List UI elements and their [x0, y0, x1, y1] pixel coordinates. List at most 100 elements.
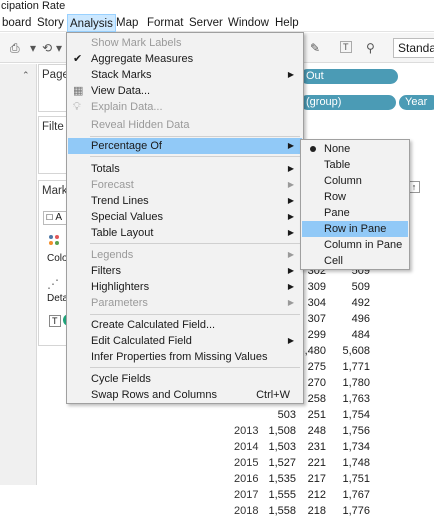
value-cell: 496 — [351, 313, 370, 325]
submenu-arrow-icon: ▶ — [287, 250, 294, 259]
lightbulb-icon: 💡︎ — [73, 101, 81, 113]
chevron-down-icon[interactable]: ▾ — [56, 41, 62, 55]
menu-item-explain-data[interactable]: 💡︎ Explain Data... — [68, 99, 302, 115]
value-cell: 1,555 — [268, 489, 296, 501]
menu-server[interactable]: Server — [187, 14, 225, 32]
menu-item-special-values[interactable]: Special Values ▶ — [68, 209, 302, 225]
menu-item-parameters[interactable]: Parameters ▶ — [68, 295, 302, 311]
menu-item-totals[interactable]: Totals ▶ — [68, 161, 302, 177]
color-icon[interactable] — [49, 235, 63, 247]
marks-label: Mark — [42, 185, 68, 197]
submenu-arrow-icon: ▶ — [287, 336, 294, 345]
submenu-item-pane[interactable]: Pane — [302, 205, 408, 221]
menu-item-trend-lines[interactable]: Trend Lines ▶ — [68, 193, 302, 209]
table-icon: ▦ — [73, 85, 84, 97]
menu-dashboard[interactable]: board — [0, 14, 33, 32]
rows-pill-year[interactable]: Year — [399, 95, 434, 110]
submenu-arrow-icon: ▶ — [287, 70, 294, 79]
year-cell: 2016 — [234, 473, 259, 485]
menu-item-show-mark-labels[interactable]: Show Mark Labels — [68, 35, 302, 51]
menu-item-view-data[interactable]: ▦ View Data... — [68, 83, 302, 99]
value-cell: 1,527 — [268, 457, 296, 469]
undo-icon[interactable]: ⟲ — [42, 41, 52, 55]
value-cell: 1,767 — [342, 489, 370, 501]
value-cell: 1,503 — [268, 441, 296, 453]
value-cell: 1,734 — [342, 441, 370, 453]
value-cell: 1,748 — [342, 457, 370, 469]
columns-pill[interactable]: Out — [300, 69, 398, 84]
value-cell: 492 — [351, 297, 370, 309]
submenu-item-table[interactable]: Table — [302, 157, 408, 173]
table-row: 503 251 1,754 — [234, 409, 434, 425]
pages-label: Page — [42, 69, 69, 81]
new-data-source-icon[interactable]: ⎙ — [10, 41, 20, 56]
text-label-icon[interactable]: T — [340, 41, 352, 53]
detail-label[interactable]: Deta — [47, 293, 68, 304]
menu-item-swap-rows-columns[interactable]: Swap Rows and Columns Ctrl+W — [68, 387, 302, 403]
highlight-icon[interactable]: ✎ — [310, 41, 320, 55]
menu-item-edit-calculated-field[interactable]: Edit Calculated Field ▶ — [68, 333, 302, 349]
value-cell: 248 — [307, 425, 326, 437]
menu-separator — [90, 367, 300, 368]
menu-item-legends[interactable]: Legends ▶ — [68, 247, 302, 263]
menu-item-aggregate-measures[interactable]: ✔ Aggregate Measures — [68, 51, 302, 67]
filters-card: Filte — [38, 116, 68, 174]
value-cell: 5,608 — [342, 345, 370, 357]
table-row: 2016 1,535 217 1,751 — [234, 473, 434, 489]
tooltip-icon[interactable]: T — [49, 315, 61, 327]
menu-item-infer-properties[interactable]: Infer Properties from Missing Values — [68, 349, 302, 365]
value-cell: 1,508 — [268, 425, 296, 437]
color-label[interactable]: Colo — [47, 253, 68, 264]
menu-item-cycle-fields[interactable]: Cycle Fields — [68, 371, 302, 387]
menu-window[interactable]: Window — [226, 14, 271, 32]
marks-card: Mark ☐ A Colo ⋰ Deta T — [38, 180, 73, 346]
value-cell: 218 — [307, 505, 326, 517]
year-cell: 2014 — [234, 441, 259, 453]
menu-item-stack-marks[interactable]: Stack Marks ▶ — [68, 67, 302, 83]
value-cell: 1,763 — [342, 393, 370, 405]
submenu-item-none[interactable]: None — [302, 141, 408, 157]
submenu-arrow-icon: ▶ — [287, 212, 294, 221]
value-cell: 484 — [351, 329, 370, 341]
menu-item-forecast[interactable]: Forecast ▶ — [68, 177, 302, 193]
year-cell: 2017 — [234, 489, 259, 501]
menu-item-reveal-hidden-data[interactable]: Reveal Hidden Data — [68, 117, 302, 133]
menu-format[interactable]: Format — [145, 14, 185, 32]
submenu-item-column-in-pane[interactable]: Column in Pane — [302, 237, 408, 253]
data-pane-collapsed: ⌃ — [0, 64, 37, 485]
menu-item-percentage-of[interactable]: Percentage Of ▶ — [68, 138, 302, 154]
submenu-item-row-in-pane[interactable]: Row in Pane — [302, 221, 408, 237]
value-cell: 1,780 — [342, 377, 370, 389]
submenu-arrow-icon: ▶ — [287, 141, 294, 150]
value-cell: 212 — [307, 489, 326, 501]
pin-icon[interactable]: ⚲ — [366, 41, 375, 55]
menu-item-highlighters[interactable]: Highlighters ▶ — [68, 279, 302, 295]
menu-separator — [90, 243, 300, 244]
table-row: 2017 1,555 212 1,767 — [234, 489, 434, 505]
table-row: 2018 1,558 218 1,776 — [234, 505, 434, 521]
filters-label: Filte — [42, 121, 64, 133]
submenu-arrow-icon: ▶ — [287, 266, 294, 275]
submenu-arrow-icon: ▶ — [287, 180, 294, 189]
menu-help[interactable]: Help — [273, 14, 301, 32]
submenu-item-column[interactable]: Column — [302, 173, 408, 189]
menu-item-table-layout[interactable]: Table Layout ▶ — [68, 225, 302, 241]
menu-map[interactable]: Map — [114, 14, 140, 32]
value-cell: 1,771 — [342, 361, 370, 373]
rows-pill-group[interactable]: (group) — [300, 95, 396, 110]
fit-dropdown[interactable]: Standa — [393, 38, 434, 58]
detail-icon[interactable]: ⋰ — [47, 277, 59, 291]
menu-separator — [90, 136, 300, 137]
collapse-icon[interactable]: ⌃ — [22, 70, 30, 81]
submenu-arrow-icon: ▶ — [287, 164, 294, 173]
analysis-menu: Show Mark Labels ✔ Aggregate Measures Sta… — [66, 32, 304, 404]
menu-analysis[interactable]: Analysis — [67, 14, 116, 32]
menu-item-create-calculated-field[interactable]: Create Calculated Field... — [68, 317, 302, 333]
chevron-down-icon[interactable]: ▾ — [30, 41, 36, 55]
value-cell: 217 — [307, 473, 326, 485]
menu-item-filters[interactable]: Filters ▶ — [68, 263, 302, 279]
submenu-item-row[interactable]: Row — [302, 189, 408, 205]
menu-story[interactable]: Story — [35, 14, 66, 32]
table-row: 2014 1,503 231 1,734 — [234, 441, 434, 457]
submenu-item-cell[interactable]: Cell — [302, 253, 408, 269]
